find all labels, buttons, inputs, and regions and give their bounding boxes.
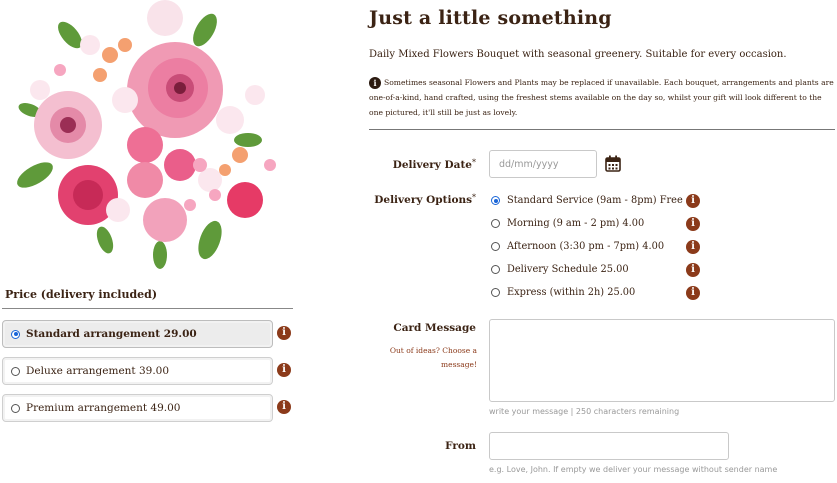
radio-button[interactable] — [491, 242, 500, 251]
delivery-option-label: Morning (9 am - 2 pm) 4.00 — [507, 218, 645, 229]
delivery-option-standard[interactable]: Standard Service (9am - 8pm) Free — [491, 195, 683, 206]
price-option-label: Standard arrangement 29.00 — [26, 328, 197, 340]
radio-button[interactable] — [11, 403, 20, 413]
price-option-label: Premium arrangement 49.00 — [26, 402, 181, 414]
delivery-date-input[interactable]: dd/mm/yyyy — [489, 150, 597, 178]
info-icon: i — [369, 77, 381, 89]
delivery-option-label: Delivery Schedule 25.00 — [507, 264, 629, 275]
info-icon[interactable]: i — [686, 263, 700, 277]
price-option-deluxe[interactable]: Deluxe arrangement 39.00 — [2, 357, 273, 385]
delivery-option-morning[interactable]: Morning (9 am - 2 pm) 4.00 — [491, 218, 644, 229]
info-icon[interactable]: i — [686, 217, 700, 231]
calendar-icon[interactable] — [605, 155, 621, 172]
product-description: Daily Mixed Flowers Bouquet with seasona… — [369, 49, 787, 60]
price-option-premium[interactable]: Premium arrangement 49.00 — [2, 394, 273, 422]
card-message-label: Card Message — [393, 322, 476, 334]
info-icon[interactable]: i — [277, 326, 291, 340]
card-message-textarea[interactable] — [489, 319, 835, 402]
delivery-option-label: Standard Service (9am - 8pm) Free — [507, 195, 683, 206]
price-heading: Price (delivery included) — [5, 288, 158, 301]
delivery-option-afternoon[interactable]: Afternoon (3:30 pm - 7pm) 4.00 — [491, 241, 664, 252]
delivery-option-label: Afternoon (3:30 pm - 7pm) 4.00 — [507, 241, 665, 252]
delivery-option-express[interactable]: Express (within 2h) 25.00 — [491, 287, 635, 298]
card-message-hint: write your message | 250 characters rema… — [489, 407, 680, 416]
radio-button[interactable] — [491, 196, 500, 205]
delivery-options-label: Delivery Options* — [374, 193, 476, 206]
radio-button[interactable] — [491, 219, 500, 228]
price-option-label: Deluxe arrangement 39.00 — [26, 365, 170, 377]
radio-button[interactable] — [491, 288, 500, 297]
product-note: i Sometimes seasonal Flowers and Plants m… — [369, 75, 836, 120]
radio-button[interactable] — [11, 366, 20, 376]
product-title: Just a little something — [369, 7, 612, 29]
from-label: From — [445, 440, 476, 452]
delivery-date-label: Delivery Date* — [392, 158, 476, 171]
section-divider — [369, 129, 835, 130]
from-input[interactable] — [489, 432, 729, 460]
bouquet-image — [17, 0, 276, 269]
radio-button[interactable] — [491, 265, 500, 274]
info-icon[interactable]: i — [277, 400, 291, 414]
product-note-text: Sometimes seasonal Flowers and Plants ma… — [369, 78, 834, 117]
choose-message-link[interactable]: Out of ideas? Choose a message! — [378, 344, 477, 372]
info-icon[interactable]: i — [686, 286, 700, 300]
price-divider — [2, 308, 293, 309]
radio-button[interactable] — [11, 329, 20, 339]
info-icon[interactable]: i — [686, 194, 700, 208]
delivery-option-schedule[interactable]: Delivery Schedule 25.00 — [491, 264, 629, 275]
from-hint: e.g. Love, John. If empty we deliver you… — [489, 465, 778, 474]
price-option-standard[interactable]: Standard arrangement 29.00 — [2, 320, 273, 348]
info-icon[interactable]: i — [277, 363, 291, 377]
info-icon[interactable]: i — [686, 240, 700, 254]
delivery-option-label: Express (within 2h) 25.00 — [507, 287, 636, 298]
